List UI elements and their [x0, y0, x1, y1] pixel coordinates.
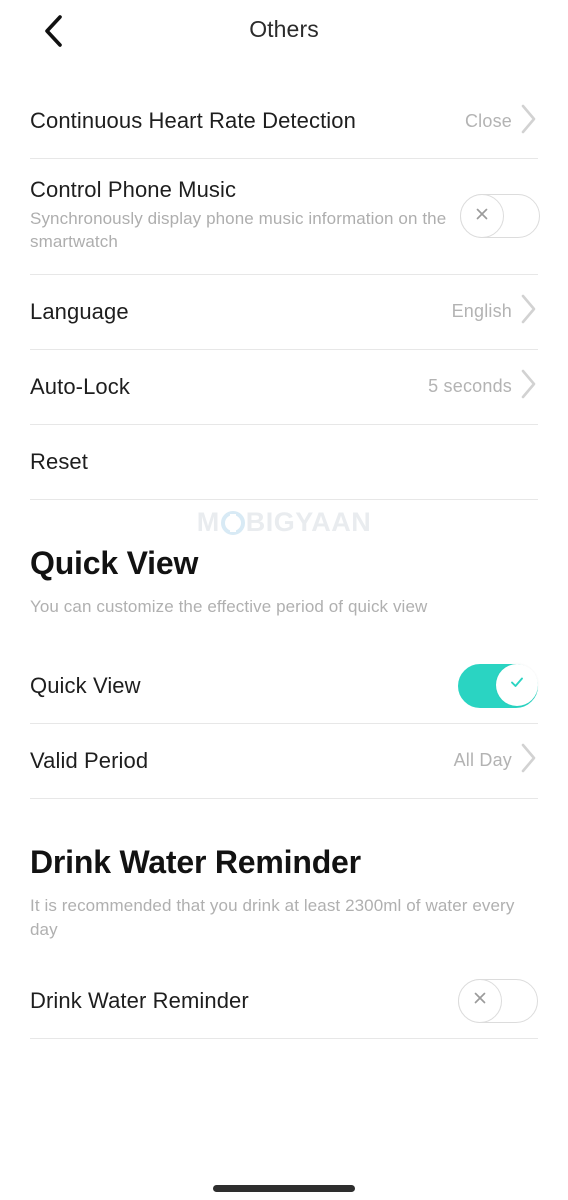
page-title: Others	[249, 16, 319, 42]
row-label: Valid Period	[30, 747, 149, 773]
row-language[interactable]: Language English	[0, 275, 568, 349]
toggle-knob	[458, 978, 502, 1023]
row-trailing: Close	[465, 102, 538, 141]
row-valid-period[interactable]: Valid Period All Day	[0, 724, 568, 798]
chevron-right-icon	[518, 102, 538, 141]
drink-water-reminder-toggle[interactable]	[458, 978, 538, 1023]
row-label: Reset	[30, 448, 88, 474]
row-label: Quick View	[30, 672, 141, 698]
header-gap	[0, 62, 568, 84]
separator	[30, 1037, 538, 1039]
watermark-text: M BIGYAAN	[197, 509, 372, 536]
row-trailing: All Day	[454, 741, 538, 780]
row-reset[interactable]: Reset	[0, 425, 568, 499]
row-value: Close	[464, 110, 512, 131]
row-trailing: 5 seconds	[428, 367, 538, 406]
toggle-wrapper	[460, 194, 540, 239]
drink-water-description: It is recommended that you drink at leas…	[30, 896, 515, 939]
row-label: Drink Water Reminder	[30, 987, 249, 1013]
check-icon	[507, 672, 527, 697]
quick-view-description: You can customize the effective period o…	[30, 597, 428, 617]
control-phone-music-toggle[interactable]	[460, 194, 540, 239]
watermark-text-before: M	[196, 507, 220, 538]
app-bar: Others	[0, 0, 568, 62]
row-control-phone-music[interactable]: Control Phone Music Synchronously displa…	[0, 159, 568, 274]
toggle-knob	[496, 663, 538, 706]
toggle-knob	[460, 194, 504, 239]
watermark-o-logo-icon	[220, 510, 245, 535]
close-x-icon	[471, 989, 489, 1012]
settings-screen: Others Continuous Heart Rate Detection C…	[0, 0, 568, 1200]
watermark-text-after: BIGYAAN	[245, 507, 372, 538]
row-value: English	[451, 301, 512, 322]
home-indicator[interactable]	[213, 1185, 355, 1192]
row-auto-lock[interactable]: Auto-Lock 5 seconds	[0, 350, 568, 424]
row-label: Language	[30, 298, 129, 324]
drink-water-heading: Drink Water Reminder	[30, 843, 361, 880]
row-label: Continuous Heart Rate Detection	[30, 108, 356, 133]
row-description: Synchronously display phone music inform…	[30, 209, 447, 252]
quick-view-section-header: Quick View You can customize the effecti…	[0, 544, 568, 619]
drink-water-gap	[0, 942, 568, 964]
row-trailing: English	[452, 292, 538, 331]
chevron-right-icon	[518, 292, 538, 331]
row-quick-view-toggle[interactable]: Quick View	[0, 649, 568, 723]
chevron-right-icon	[518, 367, 538, 406]
quick-view-heading: Quick View	[30, 544, 199, 581]
chevron-right-icon	[518, 741, 538, 780]
mobigyaan-watermark: M BIGYAAN	[0, 500, 568, 546]
row-label: Auto-Lock	[30, 373, 130, 399]
watermark-bar	[229, 513, 236, 532]
row-continuous-heart-rate-detection[interactable]: Continuous Heart Rate Detection Close	[0, 84, 568, 158]
row-value: All Day	[453, 750, 512, 771]
row-drink-water-reminder-toggle[interactable]: Drink Water Reminder	[0, 964, 568, 1038]
drink-water-section-header: Drink Water Reminder It is recommended t…	[0, 843, 568, 942]
close-x-icon	[473, 205, 491, 228]
quick-view-toggle[interactable]	[458, 663, 538, 708]
row-value: 5 seconds	[428, 376, 512, 397]
quick-view-gap	[0, 619, 568, 649]
